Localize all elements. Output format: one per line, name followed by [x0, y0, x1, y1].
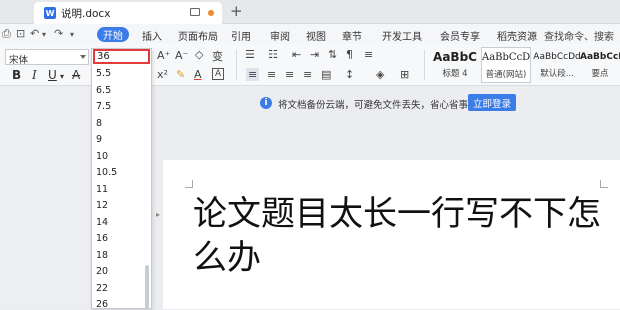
font-size-option[interactable]: 6.5	[96, 85, 111, 96]
char-border-button[interactable]: A	[212, 68, 225, 80]
menu-home[interactable]: 开始	[97, 27, 129, 42]
style-normal-web[interactable]: AaBbCcDc 普通(网站)	[481, 47, 531, 83]
font-size-input[interactable]: 36	[93, 49, 150, 64]
menu-bar: ⎙ ⊡ ↶ ▾ ↷ ▾ 开始 插入 页面布局 引用 审阅 视图 章节 开发工具 …	[0, 24, 620, 44]
shading-icon[interactable]: ◈	[376, 68, 384, 81]
show-marks-icon[interactable]: ¶	[346, 48, 353, 61]
notice-text: 将文档备份云端，可避免文件丢失，省心省事	[278, 100, 469, 111]
style-label: 要点	[591, 69, 609, 79]
margin-corner-mark	[185, 180, 193, 188]
increase-indent-icon[interactable]: ⇥	[310, 48, 319, 61]
font-size-option[interactable]: 26	[96, 299, 108, 310]
shrink-font-button[interactable]: A⁻	[175, 49, 188, 62]
font-color-button[interactable]: A	[194, 68, 202, 81]
menu-developer[interactable]: 开发工具	[382, 28, 422, 43]
style-heading4[interactable]: AaBbC 标题 4	[430, 47, 480, 83]
margin-corner-mark	[600, 180, 608, 188]
bullet-list-icon[interactable]: ☰	[245, 48, 255, 61]
strikethrough-button[interactable]: A	[72, 68, 80, 82]
menu-review[interactable]: 审阅	[270, 28, 290, 43]
style-sample: AaBbC	[433, 50, 477, 64]
document-page[interactable]: 论文题目太长一行写不下怎么办	[163, 160, 620, 309]
highlight-icon[interactable]: ✎	[176, 68, 185, 81]
decrease-indent-icon[interactable]: ⇤	[292, 48, 301, 61]
document-body-text[interactable]: 论文题目太长一行写不下怎么办	[193, 192, 613, 280]
font-size-option[interactable]: 22	[96, 283, 108, 294]
font-size-dropdown[interactable]: 36 5.5 6.5 7.5 8 9 10 10.5 11 12 14 16 1…	[91, 48, 152, 310]
font-size-option[interactable]: 16	[96, 233, 108, 244]
line-numbers-icon[interactable]: ≡	[364, 48, 373, 61]
font-size-option[interactable]: 20	[96, 266, 108, 277]
title-bar: W 说明.docx +	[0, 0, 620, 24]
quick-access-more-icon[interactable]: ▾	[70, 30, 74, 39]
font-size-option[interactable]: 10.5	[96, 167, 117, 178]
style-default-paragraph[interactable]: AaBbCcDd 默认段...	[532, 47, 582, 83]
font-size-option[interactable]: 10	[96, 151, 108, 162]
new-tab-button[interactable]: +	[230, 2, 243, 20]
separator	[236, 50, 237, 80]
font-name-select[interactable]: 宋体	[5, 49, 89, 66]
grow-font-button[interactable]: A⁺	[157, 49, 170, 62]
style-sample: AaBbCcDd	[533, 52, 581, 62]
font-size-option[interactable]: 18	[96, 250, 108, 261]
style-sample: AaBbCcDd	[580, 52, 620, 62]
numbered-list-icon[interactable]: ☷	[268, 48, 278, 61]
line-spacing-icon[interactable]: ↕	[345, 68, 354, 81]
menu-page-layout[interactable]: 页面布局	[178, 28, 218, 43]
underline-button[interactable]: U	[48, 68, 57, 82]
print-icon[interactable]: ⎙	[2, 27, 11, 41]
align-center-icon[interactable]: ≡	[267, 68, 276, 81]
screen-icon[interactable]	[190, 8, 200, 16]
align-right-icon[interactable]: ≡	[285, 68, 294, 81]
font-size-option[interactable]: 8	[96, 118, 102, 129]
menu-docer-resources[interactable]: 稻壳资源	[497, 28, 537, 43]
font-size-option[interactable]: 12	[96, 200, 108, 211]
phonetic-guide-button[interactable]: 变	[212, 48, 223, 64]
preview-icon[interactable]: ⊡	[16, 27, 25, 40]
cloud-backup-notice: i 将文档备份云端，可避免文件丢失，省心省事 立即登录	[150, 93, 620, 113]
style-sample: AaBbCcDc	[482, 52, 530, 63]
style-label: 标题 4	[442, 69, 468, 79]
justify-icon[interactable]: ≡	[303, 68, 312, 81]
chevron-down-icon[interactable]	[80, 55, 86, 59]
menu-sections[interactable]: 章节	[342, 28, 362, 43]
style-key-points[interactable]: AaBbCcDd 要点	[580, 47, 620, 83]
bold-button[interactable]: B	[12, 68, 21, 82]
paragraph-marker-icon: ▸	[156, 210, 161, 219]
info-icon: i	[260, 97, 272, 109]
tab-title: 说明.docx	[61, 7, 111, 20]
command-search[interactable]: 查找命令、搜索	[544, 28, 614, 43]
document-tab[interactable]: W 说明.docx	[34, 2, 222, 24]
login-button[interactable]: 立即登录	[468, 94, 516, 111]
menu-member[interactable]: 会员专享	[440, 28, 480, 43]
menu-insert[interactable]: 插入	[142, 28, 162, 43]
redo-icon[interactable]: ↷	[54, 27, 63, 40]
font-size-option[interactable]: 5.5	[96, 68, 111, 79]
borders-icon[interactable]: ⊞	[400, 68, 409, 81]
separator	[424, 50, 425, 80]
menu-view[interactable]: 视图	[306, 28, 326, 43]
sort-icon[interactable]: ⇅	[328, 48, 337, 61]
superscript-icon[interactable]: x²	[157, 68, 168, 81]
undo-dropdown-icon[interactable]: ▾	[42, 30, 46, 39]
font-size-option[interactable]: 11	[96, 184, 108, 195]
undo-icon[interactable]: ↶	[30, 27, 39, 40]
word-doc-icon: W	[44, 7, 56, 19]
navigation-pane	[0, 87, 92, 309]
align-left-icon[interactable]: ≡	[246, 68, 260, 81]
clear-format-icon[interactable]: ◇	[195, 48, 203, 61]
dropdown-scrollbar[interactable]	[145, 265, 149, 309]
style-label: 默认段...	[540, 69, 574, 79]
italic-button[interactable]: I	[32, 68, 37, 82]
underline-dropdown-icon[interactable]: ▾	[60, 72, 64, 81]
unsaved-dot-icon	[208, 10, 214, 16]
distribute-icon[interactable]: ▤	[321, 68, 331, 81]
font-size-option[interactable]: 7.5	[96, 101, 111, 112]
font-size-option[interactable]: 14	[96, 217, 108, 228]
font-size-option[interactable]: 9	[96, 134, 102, 145]
menu-references[interactable]: 引用	[231, 28, 251, 43]
style-label: 普通(网站)	[485, 70, 527, 80]
